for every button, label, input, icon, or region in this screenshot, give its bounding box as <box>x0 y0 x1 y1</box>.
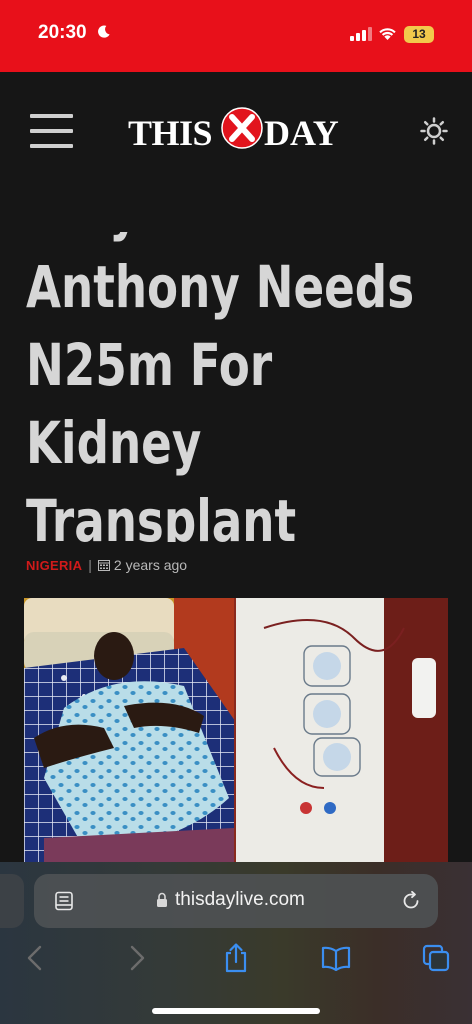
back-icon[interactable] <box>20 942 52 974</box>
lock-icon <box>157 892 167 907</box>
reload-icon[interactable] <box>400 890 422 912</box>
logo-emblem-icon <box>221 107 263 149</box>
headline-line: N25m For <box>26 331 273 399</box>
headline-area: Olayinka Anthony Needs N25m For Kidney T… <box>0 232 472 542</box>
status-bar: 20:30 13 <box>0 0 472 72</box>
article-date: 2 years ago <box>113 557 188 573</box>
forward-icon[interactable] <box>120 942 152 974</box>
headline-line: Olayinka <box>26 232 463 248</box>
headline-line: Transplant <box>26 487 297 542</box>
site-header: THIS DAY <box>0 72 472 192</box>
battery-icon: 13 <box>404 26 434 43</box>
signal-icon <box>350 27 372 41</box>
article-meta: NIGERIA | 2 years ago <box>26 557 187 573</box>
address-bar[interactable]: thisdaylive.com <box>34 874 438 928</box>
browser-toolbar: thisdaylive.com <box>0 862 472 1024</box>
logo-this: THIS <box>128 113 213 153</box>
logo-day: DAY <box>264 113 339 153</box>
moon-icon <box>98 25 110 38</box>
reader-icon[interactable] <box>54 891 74 911</box>
hamburger-menu-icon[interactable] <box>30 114 73 148</box>
share-icon[interactable] <box>220 942 252 974</box>
brightness-icon[interactable] <box>420 117 448 145</box>
bookmarks-icon[interactable] <box>320 942 352 974</box>
tabs-icon[interactable] <box>420 942 452 974</box>
site-logo[interactable]: THIS DAY <box>128 106 348 156</box>
status-time: 20:30 <box>38 22 87 43</box>
photo-illustration <box>24 598 448 862</box>
browser-nav-row <box>0 942 472 982</box>
wifi-icon <box>379 28 396 40</box>
headline-line: Anthony Needs <box>26 253 415 321</box>
previous-tab-edge[interactable] <box>0 874 24 928</box>
meta-separator: | <box>88 557 92 573</box>
url-text[interactable]: thisdaylive.com <box>175 889 305 911</box>
article-headline: Olayinka Anthony Needs N25m For Kidney T… <box>26 232 463 542</box>
article-photo[interactable] <box>24 598 448 862</box>
category-link[interactable]: NIGERIA <box>26 558 82 573</box>
calendar-icon <box>97 560 110 571</box>
home-indicator[interactable] <box>152 1008 320 1014</box>
headline-line: Kidney <box>26 409 202 477</box>
